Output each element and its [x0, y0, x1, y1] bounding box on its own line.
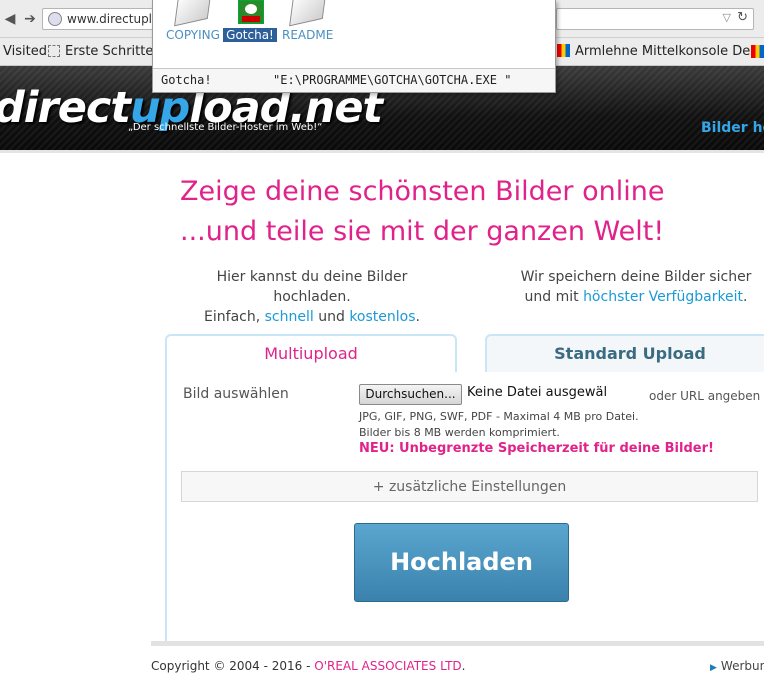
upload-submit-button[interactable]: Hochladen: [354, 523, 569, 602]
info-text: und mit: [524, 289, 584, 305]
info-left: Hier kannst du deine Bilder hochladen. E…: [180, 267, 444, 327]
selected-file-text: Keine Datei ausgewäl: [467, 385, 608, 400]
file-item-gotcha[interactable]: Gotcha!: [223, 0, 277, 42]
bookmark-favicon-icon[interactable]: [751, 45, 764, 58]
new-feature-notice: NEU: Unbegrenzte Speicherzeit für deine …: [359, 441, 714, 456]
tab-multiupload[interactable]: Multiupload: [165, 334, 457, 372]
footer-link-werbung[interactable]: ▶ Werbun: [710, 659, 764, 673]
status-file-path: "E:\PROGRAMME\GOTCHA\GOTCHA.EXE ": [273, 73, 512, 87]
copyright-text: Copyright © 2004 - 2016 - O'REAL ASSOCIA…: [151, 659, 466, 673]
bookmark-folder-icon: [48, 45, 60, 57]
tab-standard-upload[interactable]: Standard Upload: [485, 334, 764, 372]
bookmark-erste-schritte[interactable]: Erste Schritte: [48, 44, 153, 59]
info-left-line-1: Hier kannst du deine Bilder hochladen.: [216, 269, 408, 305]
info-left-line-2: Einfach, schnell und kostenlos.: [180, 307, 444, 327]
file-format-hint: JPG, GIF, PNG, SWF, PDF - Maximal 4 MB p…: [359, 410, 639, 423]
file-item-copying[interactable]: COPYING: [163, 0, 221, 42]
url-bar[interactable]: www.directuplo: [42, 8, 160, 30]
file-label: Gotcha!: [223, 28, 277, 42]
logo-part: direct: [0, 83, 131, 133]
reload-icon[interactable]: ↻: [737, 10, 748, 25]
file-label: README: [282, 28, 334, 42]
bookmark-label: Armlehne Mittelkonsole De...: [575, 44, 763, 59]
dropdown-triangle-icon[interactable]: ▽: [723, 11, 731, 24]
browse-button[interactable]: Durchsuchen...: [359, 384, 462, 405]
bookmark-visited[interactable]: Visited: [3, 44, 47, 59]
bookmark-favicon-icon: [557, 44, 570, 57]
document-icon: [285, 0, 329, 27]
url-text: www.directuplo: [67, 12, 159, 26]
bookmark-label: Erste Schritte: [65, 44, 154, 59]
footer-divider: [151, 641, 764, 646]
globe-icon: [48, 12, 62, 26]
hero-heading: Zeige deine schönsten Bilder online ...u…: [180, 172, 664, 252]
status-file-name: Gotcha!: [161, 73, 212, 87]
info-text: und: [313, 309, 350, 325]
info-right: Wir speichern deine Bilder sicher und mi…: [518, 267, 754, 307]
file-open-dialog: COPYING Gotcha! README Gotcha! "E:\PROGR…: [152, 0, 556, 93]
file-label: COPYING: [166, 28, 220, 42]
header-divider: [0, 150, 764, 153]
company-link[interactable]: O'REAL ASSOCIATES LTD: [314, 659, 461, 673]
info-right-line-2: und mit höchster Verfügbarkeit.: [518, 287, 754, 307]
site-tagline: „Der schnellste Bilder-Hoster im Web!“: [128, 122, 323, 133]
compression-hint: Bilder bis 8 MB werden komprimiert.: [359, 426, 560, 439]
nav-link-bilder-hochladen[interactable]: Bilder ho: [701, 120, 764, 136]
link-kostenlos[interactable]: kostenlos: [349, 309, 415, 325]
forward-arrow-icon[interactable]: ➔: [20, 9, 40, 29]
info-text: .: [743, 289, 748, 305]
triangle-right-icon: ▶: [710, 663, 717, 673]
back-arrow-icon[interactable]: ◀: [0, 9, 20, 29]
copyright-period: .: [461, 659, 466, 673]
address-dropdown-field[interactable]: ▽ ↻: [556, 8, 754, 30]
hero-line-2: ...und teile sie mit der ganzen Welt!: [180, 216, 665, 247]
dialog-status-bar: Gotcha! "E:\PROGRAMME\GOTCHA\GOTCHA.EXE …: [153, 68, 555, 92]
info-text: .: [415, 309, 420, 325]
gotcha-app-icon: [228, 0, 272, 26]
info-text: Einfach,: [204, 309, 265, 325]
file-item-readme[interactable]: README: [279, 0, 335, 42]
info-right-line-1: Wir speichern deine Bilder sicher: [520, 269, 752, 285]
bookmark-armlehne[interactable]: Armlehne Mittelkonsole De...: [557, 44, 763, 59]
link-schnell[interactable]: schnell: [265, 309, 314, 325]
copyright-label: Copyright © 2004 - 2016 -: [151, 659, 315, 673]
document-icon: [170, 0, 214, 27]
extra-settings-toggle[interactable]: + zusätzliche Einstellungen: [181, 471, 758, 502]
bild-auswaehlen-label: Bild auswählen: [183, 386, 289, 402]
hero-line-1: Zeige deine schönsten Bilder online: [180, 176, 665, 207]
url-angeben-link[interactable]: oder URL angeben: [649, 389, 760, 403]
werbung-label: Werbun: [720, 659, 764, 673]
link-hoechste-verfuegbarkeit[interactable]: höchster Verfügbarkeit: [583, 289, 743, 305]
